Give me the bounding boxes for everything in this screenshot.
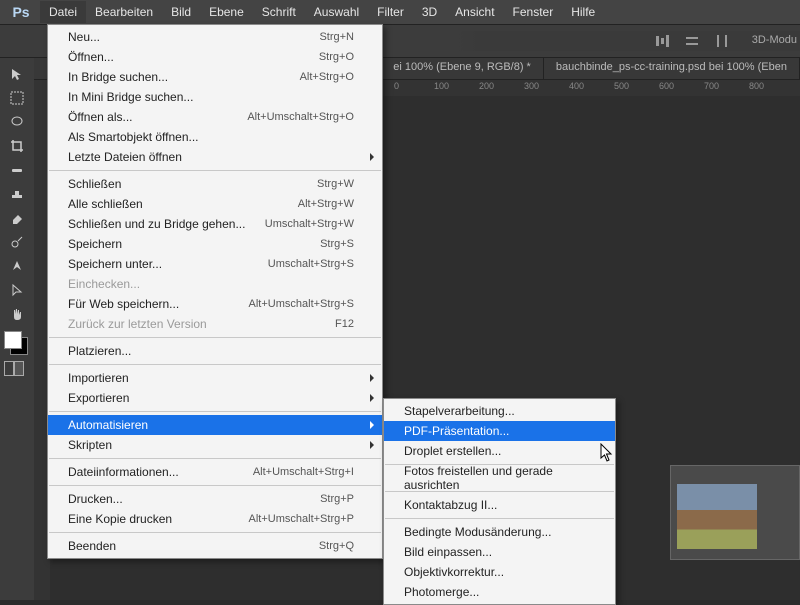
menuitem-bridge[interactable]: In Bridge suchen...Alt+Strg+O — [48, 67, 382, 87]
menu-separator — [49, 170, 381, 171]
menu-separator — [385, 518, 614, 519]
menuitem-zurueck: Zurück zur letzten VersionF12 — [48, 314, 382, 334]
dodge-tool[interactable] — [4, 231, 30, 253]
menu-fenster[interactable]: Fenster — [504, 1, 563, 23]
menuitem-modusaenderung[interactable]: Bedingte Modusänderung... — [384, 522, 615, 542]
menuitem-letzte[interactable]: Letzte Dateien öffnen — [48, 147, 382, 167]
marquee-tool[interactable] — [4, 87, 30, 109]
menu-bearbeiten[interactable]: Bearbeiten — [86, 1, 162, 23]
menuitem-dateiinfo[interactable]: Dateiinformationen...Alt+Umschalt+Strg+I — [48, 462, 382, 482]
menuitem-stapel[interactable]: Stapelverarbeitung... — [384, 401, 615, 421]
menuitem-importieren[interactable]: Importieren — [48, 368, 382, 388]
menu-schrift[interactable]: Schrift — [253, 1, 305, 23]
menu-datei-dropdown: Neu...Strg+N Öffnen...Strg+O In Bridge s… — [47, 24, 383, 559]
align-icon[interactable] — [654, 33, 670, 49]
menuitem-oeffnenals[interactable]: Öffnen als...Alt+Umschalt+Strg+O — [48, 107, 382, 127]
document-tab[interactable]: ei 100% (Ebene 9, RGB/8) * — [381, 58, 544, 79]
menu-datei[interactable]: Datei — [40, 1, 86, 23]
menuitem-platzieren[interactable]: Platzieren... — [48, 341, 382, 361]
menuitem-objektivkorrektur[interactable]: Objektivkorrektur... — [384, 562, 615, 582]
app-logo: Ps — [12, 3, 30, 21]
lasso-tool[interactable] — [4, 111, 30, 133]
menu-separator — [49, 458, 381, 459]
menu-hilfe[interactable]: Hilfe — [562, 1, 604, 23]
stamp-tool[interactable] — [4, 183, 30, 205]
menuitem-schliessen[interactable]: SchließenStrg+W — [48, 174, 382, 194]
menu-separator — [49, 411, 381, 412]
menuitem-drucken[interactable]: Drucken...Strg+P — [48, 489, 382, 509]
menu-separator — [49, 337, 381, 338]
menu-bild[interactable]: Bild — [162, 1, 200, 23]
menu-filter[interactable]: Filter — [368, 1, 413, 23]
menuitem-speichern[interactable]: SpeichernStrg+S — [48, 234, 382, 254]
menuitem-kopiedrucken[interactable]: Eine Kopie druckenAlt+Umschalt+Strg+P — [48, 509, 382, 529]
quickmask-toggle[interactable] — [4, 361, 30, 379]
align-icon[interactable] — [714, 33, 730, 49]
menuitem-photomerge[interactable]: Photomerge... — [384, 582, 615, 602]
color-swatch[interactable] — [4, 331, 30, 357]
menuitem-droplet[interactable]: Droplet erstellen... — [384, 441, 615, 461]
path-select-tool[interactable] — [4, 279, 30, 301]
menuitem-pdf-praesentation[interactable]: PDF-Präsentation... — [384, 421, 615, 441]
mode-3d-label[interactable]: 3D-Modu — [752, 34, 797, 46]
menuitem-oeffnen[interactable]: Öffnen...Strg+O — [48, 47, 382, 67]
toolbar — [0, 58, 34, 600]
menu-automatisieren-submenu: Stapelverarbeitung... PDF-Präsentation..… — [383, 398, 616, 605]
menubar: Ps Datei Bearbeiten Bild Ebene Schrift A… — [0, 0, 800, 24]
menuitem-kontaktabzug[interactable]: Kontaktabzug II... — [384, 495, 615, 515]
healing-tool[interactable] — [4, 159, 30, 181]
hand-tool[interactable] — [4, 303, 30, 325]
move-tool[interactable] — [4, 63, 30, 85]
menuitem-beenden[interactable]: BeendenStrg+Q — [48, 536, 382, 556]
menuitem-skripten[interactable]: Skripten — [48, 435, 382, 455]
menuitem-minibridge[interactable]: In Mini Bridge suchen... — [48, 87, 382, 107]
menuitem-smartobjekt[interactable]: Als Smartobjekt öffnen... — [48, 127, 382, 147]
menuitem-schliessen-bridge[interactable]: Schließen und zu Bridge gehen...Umschalt… — [48, 214, 382, 234]
crop-tool[interactable] — [4, 135, 30, 157]
menu-auswahl[interactable]: Auswahl — [305, 1, 368, 23]
panel-thumbnail[interactable] — [670, 465, 800, 560]
pen-tool[interactable] — [4, 255, 30, 277]
menuitem-fuerweb[interactable]: Für Web speichern...Alt+Umschalt+Strg+S — [48, 294, 382, 314]
align-icon[interactable] — [684, 33, 700, 49]
menuitem-automatisieren[interactable]: Automatisieren — [48, 415, 382, 435]
eraser-tool[interactable] — [4, 207, 30, 229]
menu-separator — [49, 485, 381, 486]
menuitem-einchecken: Einchecken... — [48, 274, 382, 294]
menuitem-alleschliessen[interactable]: Alle schließenAlt+Strg+W — [48, 194, 382, 214]
menu-ansicht[interactable]: Ansicht — [446, 1, 503, 23]
menu-separator — [49, 364, 381, 365]
menuitem-exportieren[interactable]: Exportieren — [48, 388, 382, 408]
cursor-icon — [600, 443, 614, 463]
menu-separator — [49, 532, 381, 533]
menu-ebene[interactable]: Ebene — [200, 1, 253, 23]
menuitem-bildeinpassen[interactable]: Bild einpassen... — [384, 542, 615, 562]
document-tab[interactable]: bauchbinde_ps-cc-training.psd bei 100% (… — [544, 58, 800, 79]
menuitem-fotos-freistellen[interactable]: Fotos freistellen und gerade ausrichten — [384, 468, 615, 488]
menu-3d[interactable]: 3D — [413, 1, 446, 23]
menuitem-neu[interactable]: Neu...Strg+N — [48, 27, 382, 47]
menuitem-speichernunter[interactable]: Speichern unter...Umschalt+Strg+S — [48, 254, 382, 274]
